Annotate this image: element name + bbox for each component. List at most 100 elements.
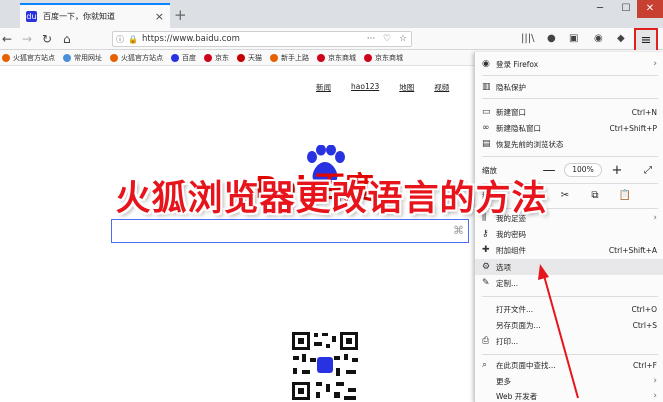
bookmark-favicon-icon (270, 53, 278, 62)
menu-open-file[interactable]: 打开文件... Ctrl+O (475, 301, 663, 317)
mask-icon: ∞ (482, 123, 490, 133)
menu-signin-label: 登录 Firefox (496, 59, 539, 69)
caption-overlay: 火狐浏览器更改语言的方法 (115, 178, 548, 219)
bookmark-item[interactable]: 新手上路 (270, 53, 309, 63)
tab-strip: du 百度一下，你就知道 × + ─ ☐ ✕ (0, 0, 663, 28)
menu-private-window-shortcut: Ctrl+Shift+P (609, 123, 657, 133)
bookmark-item[interactable]: 天猫 (237, 53, 262, 63)
forward-button[interactable]: → (22, 31, 32, 47)
menu-signin[interactable]: ◉ 登录 Firefox › (475, 56, 663, 72)
menu-find[interactable]: ⌕ 在此页面中查找... Ctrl+F (475, 357, 663, 373)
baidu-search-input[interactable]: ⌘ (111, 219, 469, 243)
back-button[interactable]: ← (2, 31, 12, 47)
page-actions-icon[interactable]: ··· (363, 34, 379, 44)
nav-bar: ← → ↻ ⌂ ⓘ 🔒 https://www.baidu.com ··· ♡ … (0, 28, 663, 50)
bookmark-favicon-icon (63, 53, 71, 62)
home-button[interactable]: ⌂ (63, 31, 71, 47)
library-icon[interactable]: |||\ (521, 32, 534, 46)
baidu-top-link[interactable]: hao123 (351, 82, 379, 93)
lock-icon[interactable]: 🔒 (127, 35, 139, 44)
menu-open-file-shortcut: Ctrl+O (631, 304, 657, 314)
window-minimize-button[interactable]: ─ (586, 0, 614, 18)
menu-find-shortcut: Ctrl+F (633, 360, 657, 370)
brush-icon: ✎ (482, 278, 490, 288)
menu-private-window[interactable]: ∞ 新建隐私窗口 Ctrl+Shift+P (475, 120, 663, 136)
baidu-top-link[interactable]: 新闻 (316, 82, 331, 93)
puzzle-icon: ✚ (482, 245, 490, 255)
menu-separator (482, 296, 658, 297)
bookmark-item[interactable]: 京东商城 (317, 53, 356, 63)
menu-new-window-label: 新建窗口 (496, 107, 526, 117)
url-input[interactable]: https://www.baidu.com (139, 34, 363, 44)
menu-more[interactable]: 更多 › (475, 373, 663, 389)
chat-icon[interactable]: ● (547, 32, 556, 46)
menu-restore-session-label: 恢复先前的浏览状态 (496, 139, 564, 149)
site-info-icon[interactable]: ⓘ (113, 34, 127, 45)
bookmark-favicon-icon (171, 53, 179, 62)
menu-addons[interactable]: ✚ 附加组件 Ctrl+Shift+A (475, 242, 663, 258)
window-maximize-button[interactable]: ☐ (612, 0, 640, 18)
menu-new-window-shortcut: Ctrl+N (631, 107, 657, 117)
menu-more-label: 更多 (496, 376, 511, 386)
menu-print[interactable]: ⎙ 打印... (475, 333, 663, 349)
tab-title: 百度一下，你就知道 (43, 12, 115, 21)
menu-web-developer[interactable]: Web 开发者 › (475, 388, 663, 402)
bookmark-label: 火狐官方站点 (121, 53, 163, 62)
menu-passwords[interactable]: ⚷ 我的密码 (475, 226, 663, 242)
chart-icon: ▥ (482, 82, 491, 92)
app-menu-panel: ◉ 登录 Firefox › ▥ 隐私保护 ▭ 新建窗口 Ctrl+N ∞ 新建… (474, 52, 663, 402)
menu-options-label: 选项 (496, 262, 511, 272)
menu-find-label: 在此页面中查找... (496, 360, 556, 370)
window-close-button[interactable]: ✕ (637, 0, 663, 18)
sidebar-icon[interactable]: ▣ (569, 32, 578, 46)
url-bar[interactable]: ⓘ 🔒 https://www.baidu.com ··· ♡ ☆ (112, 31, 412, 47)
menu-addons-label: 附加组件 (496, 245, 526, 255)
bookmark-label: 新手上路 (281, 53, 309, 62)
bookmark-label: 火狐官方站点 (13, 53, 55, 62)
menu-print-label: 打印... (496, 336, 519, 346)
bookmark-item[interactable]: 京东 (204, 53, 229, 63)
printer-icon: ⎙ (482, 336, 490, 346)
bookmark-label: 常用网址 (74, 53, 102, 62)
bookmark-star-icon[interactable]: ☆ (395, 34, 411, 44)
new-tab-button[interactable]: + (174, 6, 187, 24)
tab-close-icon[interactable]: × (155, 10, 164, 23)
tab-baidu[interactable]: du 百度一下，你就知道 × (20, 3, 170, 28)
sync-icon[interactable]: ◉ (594, 32, 603, 46)
restore-icon: ▤ (482, 139, 491, 149)
reload-button[interactable]: ↻ (42, 31, 52, 47)
extension-icon[interactable]: ◆ (617, 32, 625, 46)
menu-restore-session[interactable]: ▤ 恢复先前的浏览状态 (475, 136, 663, 152)
menu-customize[interactable]: ✎ 定制... (475, 275, 663, 291)
camera-icon[interactable]: ⌘ (453, 224, 464, 237)
menu-addons-shortcut: Ctrl+Shift+A (608, 245, 657, 255)
bookmark-label: 京东 (215, 53, 229, 62)
bookmark-item[interactable]: 火狐官方站点 (110, 53, 163, 63)
menu-options[interactable]: ⚙ 选项 (475, 259, 663, 275)
pocket-icon[interactable]: ♡ (379, 34, 395, 44)
menu-separator (482, 75, 658, 76)
menu-separator (482, 156, 658, 157)
bookmark-item[interactable]: 常用网址 (63, 53, 102, 63)
menu-private-window-label: 新建隐私窗口 (496, 123, 541, 133)
bookmark-item[interactable]: 京东商城 (364, 53, 403, 63)
account-icon: ◉ (482, 59, 490, 69)
bookmark-item[interactable]: 火狐官方站点 (2, 53, 55, 63)
baidu-top-links: 新闻 hao123 地图 视频 (316, 82, 469, 93)
search-icon: ⌕ (482, 360, 488, 370)
bookmark-label: 京东商城 (328, 53, 356, 62)
baidu-top-link[interactable]: 地图 (399, 82, 414, 93)
baidu-favicon-icon: du (26, 11, 37, 22)
qr-code-image (290, 330, 360, 402)
bookmark-label: 京东商城 (375, 53, 403, 62)
bookmark-item[interactable]: 百度 (171, 53, 196, 63)
menu-passwords-label: 我的密码 (496, 229, 526, 239)
menu-web-developer-label: Web 开发者 (496, 391, 538, 401)
bookmark-favicon-icon (237, 53, 245, 62)
menu-save-page-shortcut: Ctrl+S (632, 320, 657, 330)
menu-new-window[interactable]: ▭ 新建窗口 Ctrl+N (475, 104, 663, 120)
menu-protection[interactable]: ▥ 隐私保护 (475, 79, 663, 95)
menu-save-page[interactable]: 另存页面为... Ctrl+S (475, 317, 663, 333)
menu-customize-label: 定制... (496, 278, 519, 288)
baidu-top-link[interactable]: 视频 (434, 82, 449, 93)
